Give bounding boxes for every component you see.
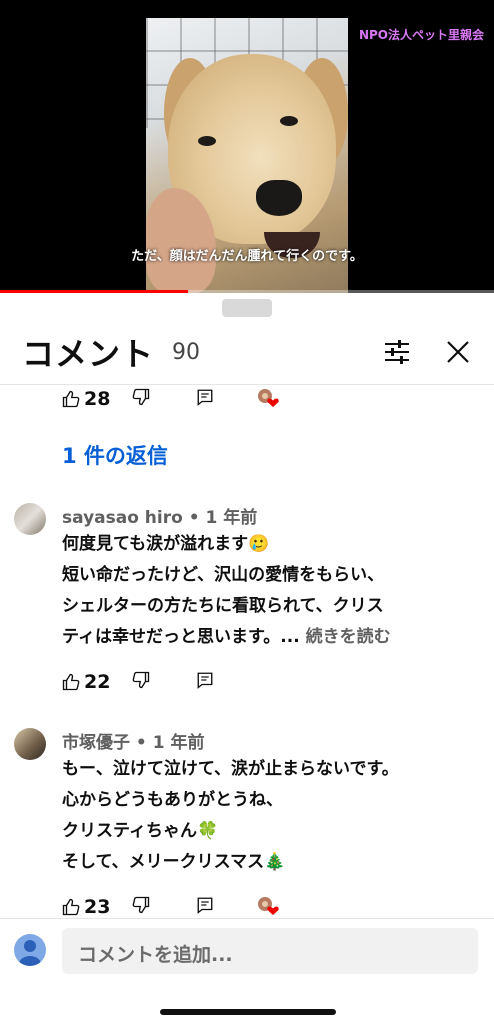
dislike-button[interactable]: [132, 388, 150, 406]
read-more-link[interactable]: 続きを読む: [306, 627, 391, 647]
comment-actions: 22: [62, 671, 302, 695]
like-button[interactable]: 22: [62, 671, 110, 693]
replies-link[interactable]: 1 件の返信: [62, 440, 168, 470]
comments-count: 90: [172, 340, 200, 365]
comment-item: sayasao hiro • 1 年前 何度見ても涙が溢れます🥲 短い命だったけ…: [0, 503, 494, 693]
comment-author[interactable]: sayasao hiro • 1 年前: [62, 503, 257, 528]
puppy-nose: [256, 180, 302, 216]
video-subtitle: ただ、顔はだんだん腫れて行くのです。: [131, 249, 363, 264]
comments-title: コメント: [22, 335, 155, 373]
comment-actions: 23: [62, 896, 302, 918]
comments-sheet: コメント 90 28 1 件の返信 sayasao hiro • 1 年前 何度…: [0, 293, 494, 1024]
like-count: 23: [84, 896, 111, 918]
thumbs-down-icon: [132, 388, 150, 406]
sliders-icon[interactable]: [383, 339, 411, 365]
comment-item: 市塚優子 • 1 年前 もー、泣けて泣けて、涙が止まらないです。 心からどうもあ…: [0, 728, 494, 918]
thumbs-up-icon: [62, 898, 80, 916]
thumbs-up-icon: [62, 390, 80, 408]
comment-input[interactable]: コメントを追加...: [62, 928, 478, 974]
drag-handle[interactable]: [222, 299, 272, 317]
comment-author[interactable]: 市塚優子 • 1 年前: [62, 728, 204, 753]
user-avatar-icon[interactable]: [14, 934, 46, 966]
comment-icon: [197, 389, 213, 406]
comment-text: 何度見ても涙が溢れます🥲 短い命だったけど、沢山の愛情をもらい、 シェルターの方…: [62, 529, 462, 653]
reply-button[interactable]: [196, 896, 214, 914]
comments-header: コメント 90: [0, 319, 494, 385]
like-button[interactable]: 28: [62, 388, 110, 410]
avatar[interactable]: [14, 728, 46, 760]
comment-line: シェルターの方たちに看取られて、クリス: [62, 596, 384, 616]
comment-icon: [197, 897, 213, 914]
avatar[interactable]: [14, 503, 46, 535]
comment-line: 短い命だったけど、沢山の愛情をもらい、: [62, 565, 385, 585]
like-button[interactable]: 23: [62, 896, 110, 918]
comment-line: クリスティちゃん🍀: [62, 821, 219, 841]
video-player[interactable]: NPO法人ペット里親会 ただ、顔はだんだん腫れて行くのです。: [0, 0, 494, 293]
reply-button[interactable]: [196, 671, 214, 689]
like-count: 28: [84, 388, 111, 410]
comment-line: そして、メリークリスマス🎄: [62, 852, 286, 872]
comment-line: 何度見ても涙が溢れます🥲: [62, 534, 270, 554]
comment-input-bar: コメントを追加...: [0, 918, 494, 1024]
home-indicator: [160, 1009, 336, 1015]
thumbs-up-icon: [62, 673, 80, 691]
dislike-button[interactable]: [132, 896, 150, 914]
close-icon[interactable]: [444, 338, 472, 366]
thumbs-down-icon: [132, 671, 150, 689]
comment-icon: [197, 672, 213, 689]
dislike-button[interactable]: [132, 671, 150, 689]
comment-text: もー、泣けて泣けて、涙が止まらないです。 心からどうもありがとうね、 クリスティ…: [62, 754, 462, 878]
like-count: 22: [84, 671, 111, 693]
comments-list[interactable]: 28 1 件の返信 sayasao hiro • 1 年前 何度見ても涙が溢れま…: [0, 386, 494, 918]
creator-heart-icon: [256, 896, 280, 916]
channel-watermark: NPO法人ペット里親会: [358, 28, 484, 42]
comment-line: もー、泣けて泣けて、涙が止まらないです。: [62, 759, 399, 779]
creator-heart-icon: [256, 388, 280, 408]
thumbs-down-icon: [132, 896, 150, 914]
puppy-eye: [198, 136, 216, 146]
comment-actions: 28: [62, 388, 302, 412]
comment-line: 心からどうもありがとうね、: [62, 790, 283, 810]
comment-line: ティは幸せだっと思います。...: [62, 627, 300, 647]
puppy-eye: [280, 116, 298, 126]
reply-button[interactable]: [196, 388, 214, 406]
